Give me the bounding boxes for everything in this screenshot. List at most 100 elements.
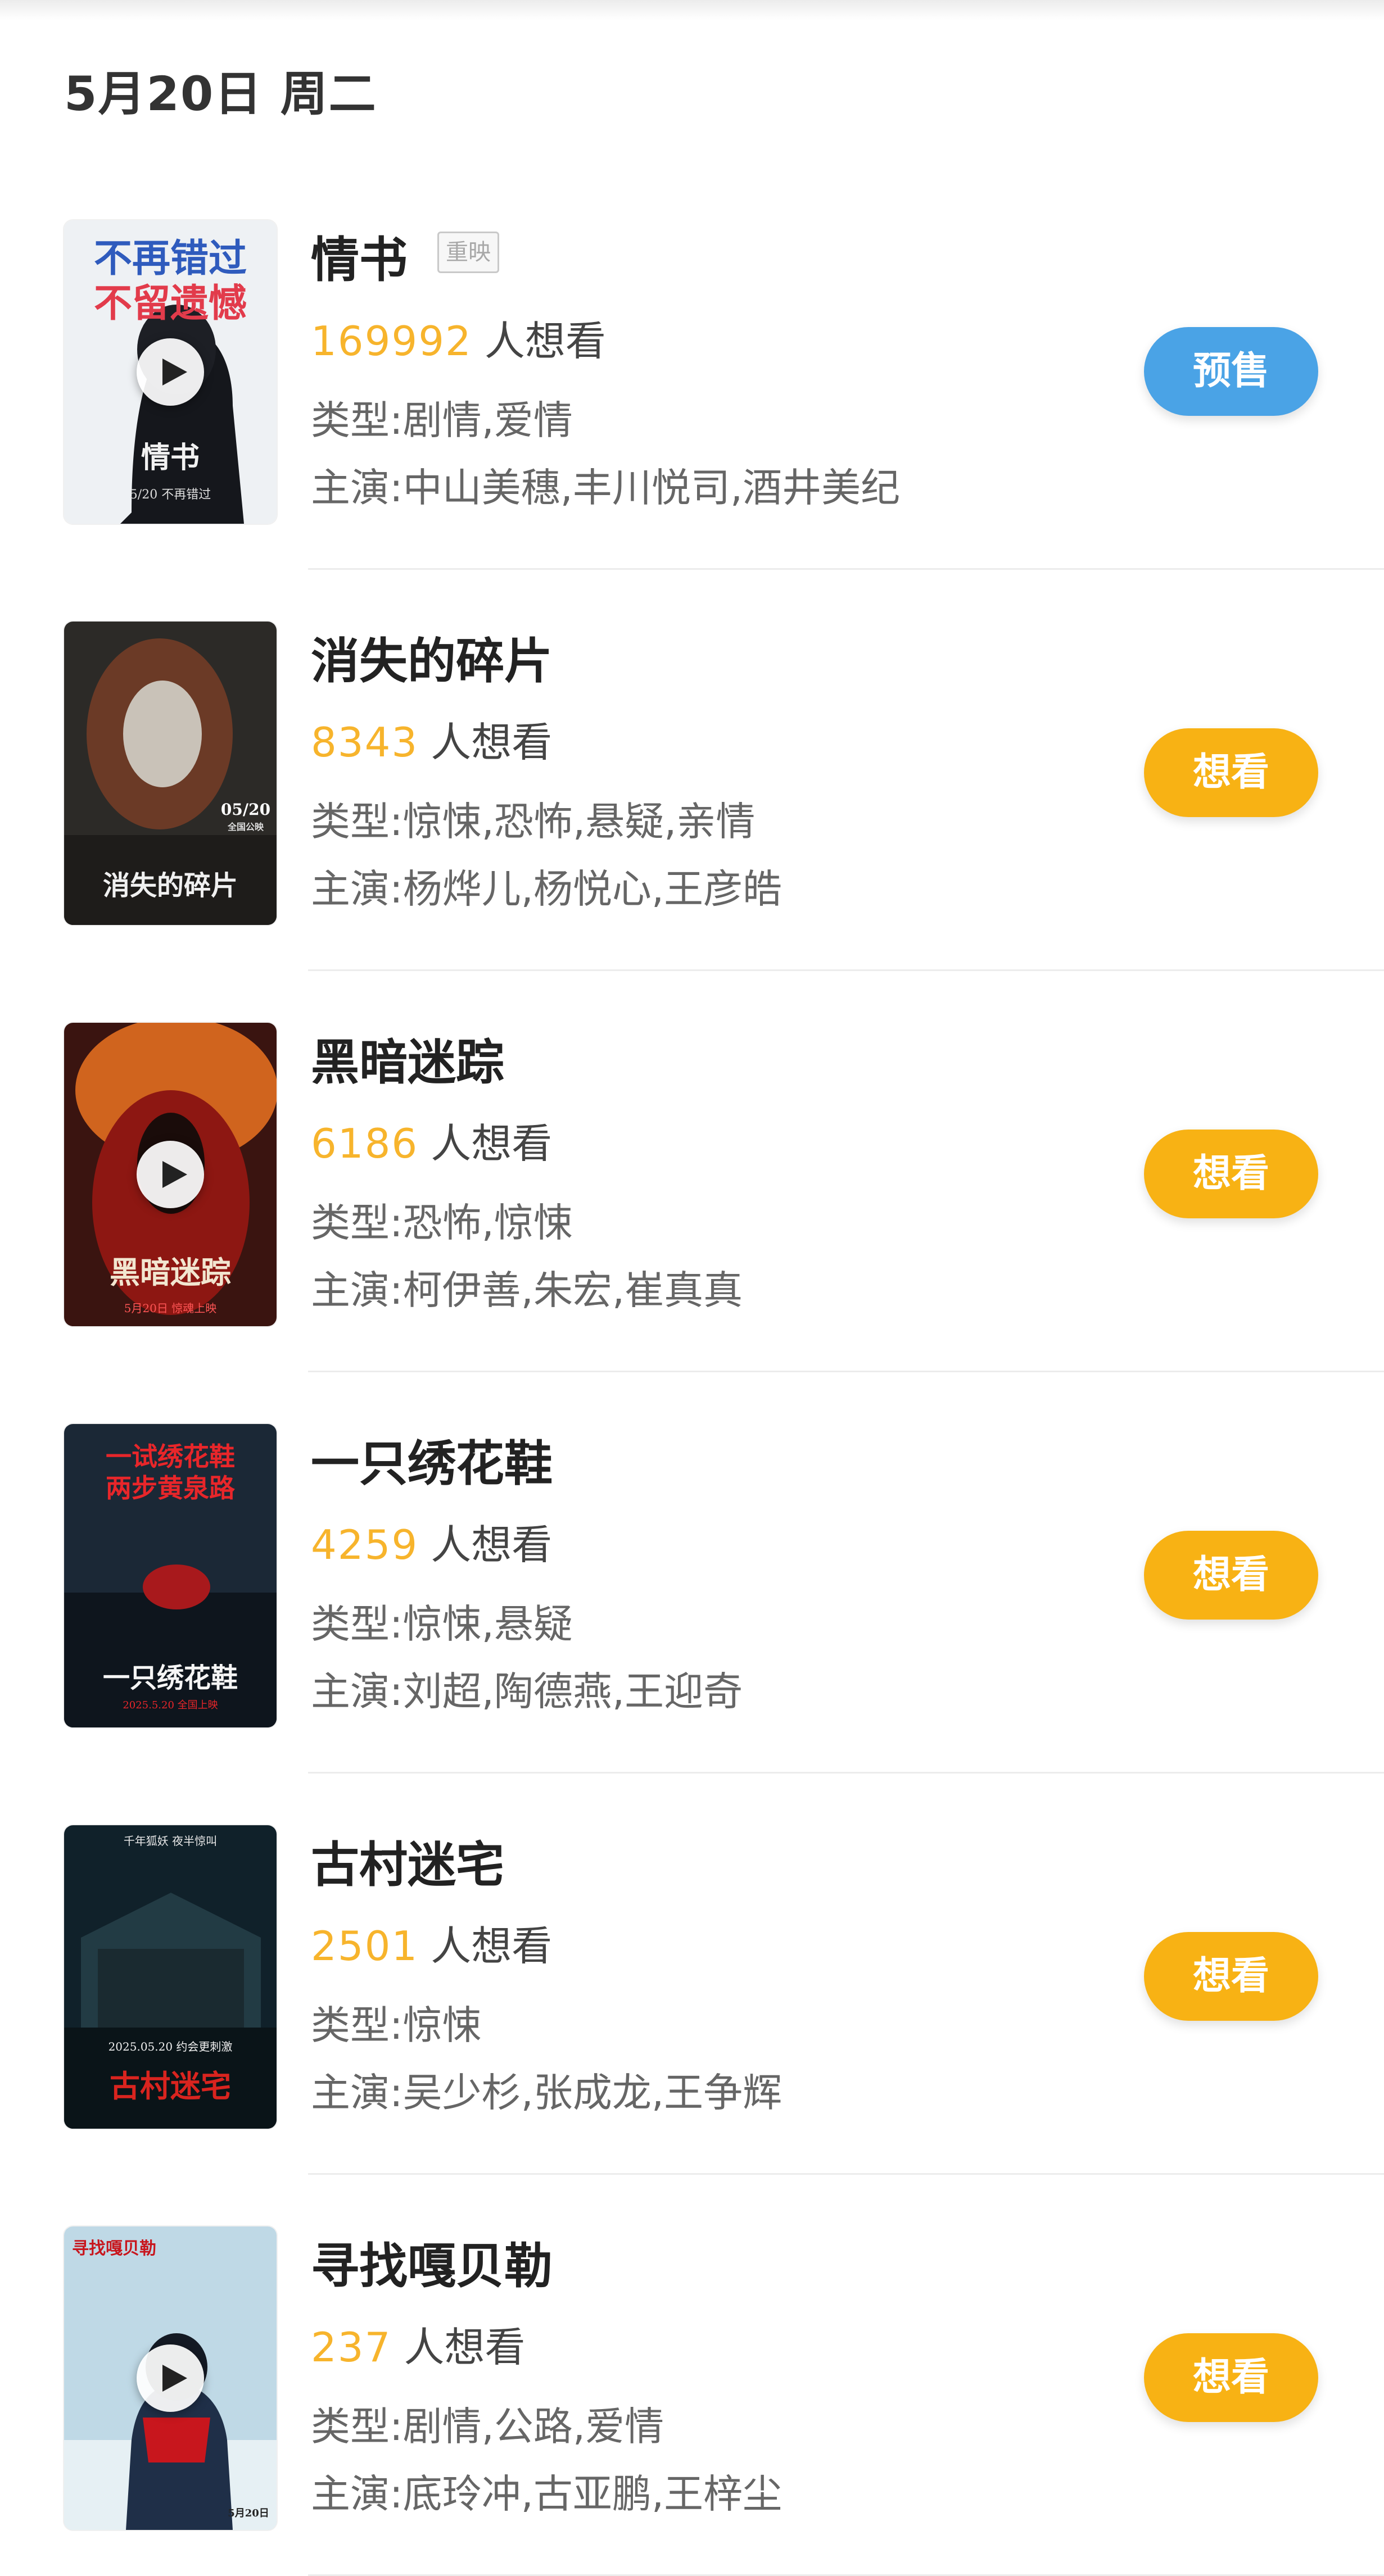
movie-title[interactable]: 消失的碎片	[311, 622, 553, 692]
genre-prefix: 类型:	[311, 397, 403, 443]
poster-caption: 古村迷宅	[110, 2068, 231, 2104]
want-button[interactable]: 想看	[1144, 1932, 1318, 2021]
genre-prefix: 类型:	[311, 1200, 403, 1246]
wish-line: 8343 人想看	[311, 709, 552, 768]
movie-title[interactable]: 古村迷宅	[311, 1825, 504, 1895]
wish-suffix: 人想看	[431, 1521, 553, 1568]
wish-suffix: 人想看	[484, 318, 606, 365]
wish-line: 6186 人想看	[311, 1110, 552, 1169]
cast-line: 主演:底玲冲,古亚鹏,王梓尘	[311, 2462, 782, 2519]
movie-poster[interactable]: 一试绣花鞋 两步黄泉路 一只绣花鞋 2025.5.20 全国上映	[64, 1424, 277, 1727]
genre-line: 类型:恐怖,惊悚	[311, 1191, 573, 1248]
wish-count: 2501	[311, 1922, 419, 1970]
genre-prefix: 类型:	[311, 1601, 403, 1647]
poster-date: 2025.05.20 约会更刺激	[108, 2040, 233, 2053]
play-icon[interactable]	[137, 2344, 204, 2412]
want-button[interactable]: 想看	[1144, 1531, 1318, 1620]
cast-prefix: 主演:	[311, 866, 403, 912]
poster-tagline-2: 两步黄泉路	[106, 1473, 235, 1503]
want-button[interactable]: 想看	[1144, 728, 1318, 817]
poster-tagline: 寻找嘎贝勒	[72, 2239, 156, 2258]
movie-row[interactable]: 千年狐妖 夜半惊叫 2025.05.20 约会更刺激 古村迷宅 古村迷宅 250…	[0, 1774, 1384, 2175]
cast-values: 吴少杉,张成龙,王争辉	[402, 2070, 783, 2116]
genre-line: 类型:惊悚	[311, 1994, 482, 2051]
movie-row[interactable]: 黑暗迷踪 5月20日 惊魂上映 黑暗迷踪 6186 人想看 类型:恐怖,惊悚 主演…	[0, 971, 1384, 1372]
wish-suffix: 人想看	[431, 719, 553, 766]
wish-count: 237	[311, 2324, 392, 2371]
poster-tagline-2: 不留遗憾	[93, 281, 247, 326]
cast-line: 主演:刘超,陶德燕,王迎奇	[311, 1660, 743, 1717]
cast-prefix: 主演:	[311, 1668, 403, 1715]
genre-prefix: 类型:	[311, 2403, 403, 2450]
movie-poster[interactable]: 05/20 全国公映 消失的碎片	[64, 622, 277, 925]
genre-values: 惊悚,恐怖,悬疑,亲情	[402, 799, 756, 845]
movie-title[interactable]: 黑暗迷踪	[311, 1023, 504, 1093]
genre-prefix: 类型:	[311, 799, 403, 845]
want-button[interactable]: 想看	[1144, 1130, 1318, 1218]
wish-line: 2501 人想看	[311, 1913, 552, 1972]
date-header: 5月20日 周二	[64, 66, 377, 121]
presale-button[interactable]: 预售	[1144, 327, 1318, 416]
wish-suffix: 人想看	[431, 1922, 553, 1970]
cast-prefix: 主演:	[311, 465, 403, 511]
wish-count: 8343	[311, 719, 419, 766]
movie-list: 不再错过 不留遗憾 情书 5/20 不再错过 情书 重映 169992 人想看 类…	[0, 169, 1384, 2576]
poster-date: 2025.5.20 全国上映	[123, 1699, 218, 1711]
play-icon[interactable]	[137, 1141, 204, 1208]
wish-line: 169992 人想看	[311, 308, 606, 367]
cast-values: 杨烨儿,杨悦心,王彦皓	[402, 866, 783, 912]
movie-title[interactable]: 情书	[311, 220, 408, 291]
genre-line: 类型:惊悚,悬疑	[311, 1593, 573, 1649]
wish-suffix: 人想看	[404, 2324, 526, 2371]
top-shadow	[0, 0, 1384, 20]
cast-values: 底玲冲,古亚鹏,王梓尘	[402, 2471, 783, 2517]
movie-row[interactable]: 寻找嘎贝勒 5月20日 寻找嘎贝勒 237 人想看 类型:剧情,公路,爱情 主演:…	[0, 2175, 1384, 2576]
poster-caption: 黑暗迷踪	[110, 1254, 231, 1290]
movie-title[interactable]: 寻找嘎贝勒	[311, 2226, 553, 2297]
play-icon[interactable]	[137, 338, 204, 406]
cast-prefix: 主演:	[311, 1267, 403, 1313]
cast-values: 柯伊善,朱宏,崔真真	[402, 1267, 743, 1313]
movie-row[interactable]: 05/20 全国公映 消失的碎片 消失的碎片 8343 人想看 类型:惊悚,恐怖,…	[0, 570, 1384, 971]
poster-release: 全国公映	[227, 822, 264, 832]
genre-values: 剧情,公路,爱情	[402, 2403, 664, 2450]
poster-caption: 情书	[141, 441, 200, 475]
cast-prefix: 主演:	[311, 2471, 403, 2517]
genre-values: 惊悚,悬疑	[402, 1601, 573, 1647]
cast-prefix: 主演:	[311, 2070, 403, 2116]
wish-count: 4259	[311, 1521, 419, 1568]
genre-values: 恐怖,惊悚	[402, 1200, 573, 1246]
movie-poster[interactable]: 寻找嘎贝勒 5月20日	[64, 2226, 277, 2530]
movie-row[interactable]: 不再错过 不留遗憾 情书 5/20 不再错过 情书 重映 169992 人想看 类…	[0, 169, 1384, 570]
cast-line: 主演:中山美穗,丰川悦司,酒井美纪	[311, 456, 900, 513]
wish-count: 169992	[311, 318, 472, 365]
movie-poster[interactable]: 不再错过 不留遗憾 情书 5/20 不再错过	[64, 220, 277, 524]
wish-count: 6186	[311, 1120, 419, 1167]
wish-suffix: 人想看	[431, 1120, 553, 1167]
poster-caption: 消失的碎片	[102, 870, 238, 901]
genre-line: 类型:惊悚,恐怖,悬疑,亲情	[311, 790, 755, 847]
genre-prefix: 类型:	[311, 2002, 403, 2048]
movie-poster[interactable]: 黑暗迷踪 5月20日 惊魂上映	[64, 1023, 277, 1326]
cast-line: 主演:吴少杉,张成龙,王争辉	[311, 2061, 782, 2118]
cast-values: 刘超,陶德燕,王迎奇	[402, 1668, 743, 1715]
rerun-badge: 重映	[437, 232, 499, 273]
poster-tagline: 千年狐妖 夜半惊叫	[123, 1834, 218, 1848]
genre-values: 剧情,爱情	[402, 397, 573, 443]
movie-poster[interactable]: 千年狐妖 夜半惊叫 2025.05.20 约会更刺激 古村迷宅	[64, 1825, 277, 2129]
poster-date: 5/20 不再错过	[129, 488, 211, 502]
poster-date: 5月20日 惊魂上映	[124, 1301, 217, 1315]
wish-line: 237 人想看	[311, 2314, 525, 2373]
cast-values: 中山美穗,丰川悦司,酒井美纪	[402, 465, 901, 511]
cast-line: 主演:柯伊善,朱宏,崔真真	[311, 1259, 743, 1316]
want-button[interactable]: 想看	[1144, 2333, 1318, 2422]
movie-title[interactable]: 一只绣花鞋	[311, 1424, 553, 1494]
genre-values: 惊悚	[402, 2002, 482, 2048]
wish-line: 4259 人想看	[311, 1512, 552, 1571]
poster-date: 05/20	[220, 800, 271, 819]
movie-row[interactable]: 一试绣花鞋 两步黄泉路 一只绣花鞋 2025.5.20 全国上映 一只绣花鞋 4…	[0, 1372, 1384, 1774]
poster-date: 5月20日	[228, 2507, 269, 2519]
genre-line: 类型:剧情,公路,爱情	[311, 2395, 664, 2452]
cast-line: 主演:杨烨儿,杨悦心,王彦皓	[311, 858, 782, 914]
poster-caption: 一只绣花鞋	[102, 1662, 238, 1694]
